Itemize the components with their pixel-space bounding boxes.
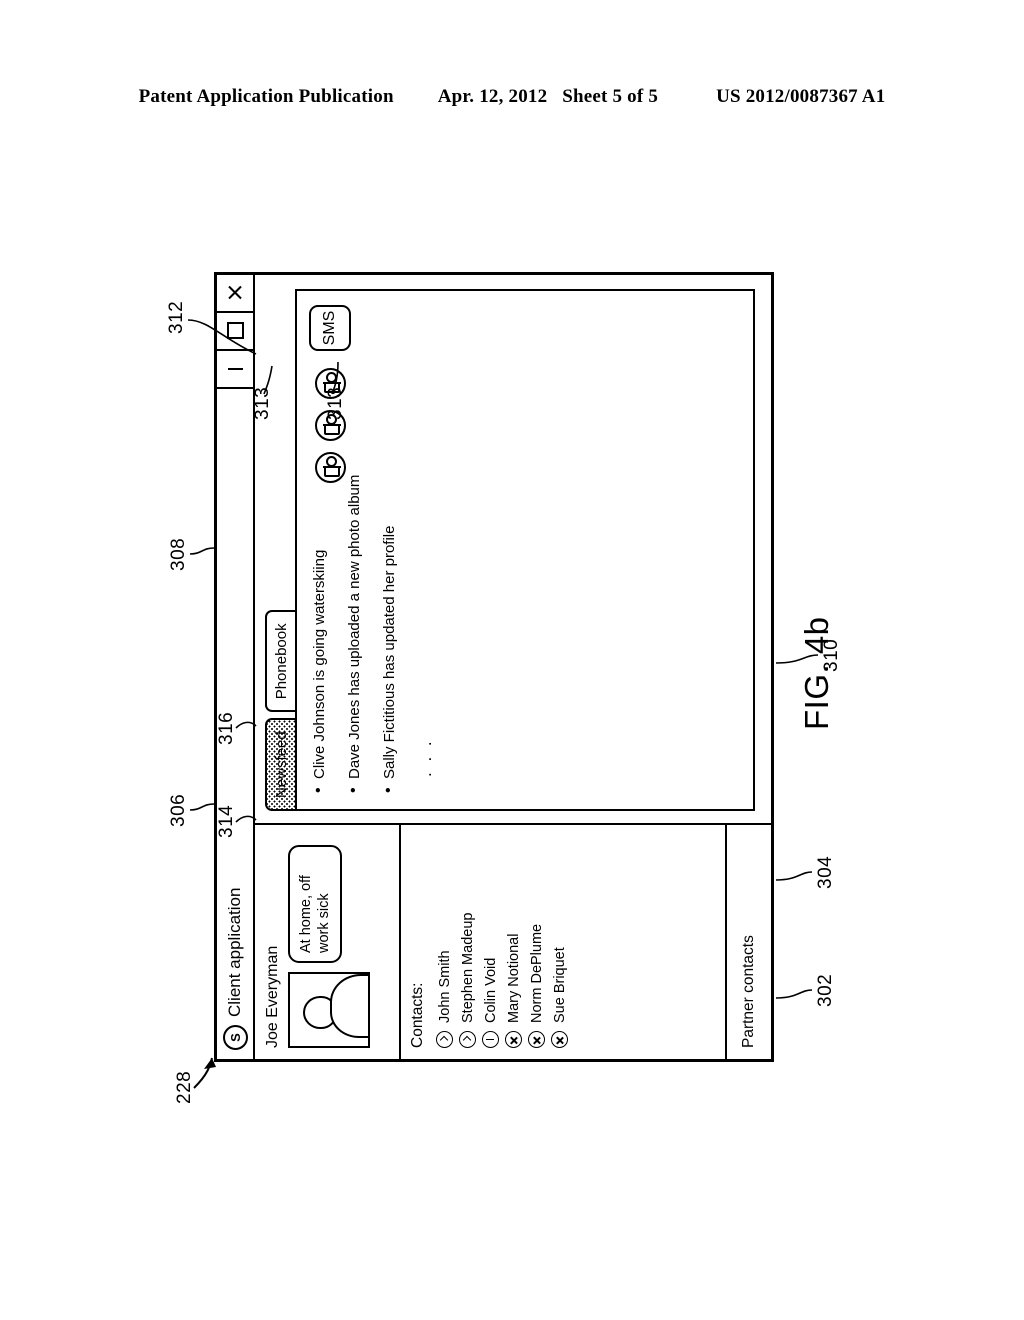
figure-drawing: S Client application Joe Everyman At hom… <box>166 210 852 1110</box>
figure-caption: FIG. 4b <box>798 616 835 730</box>
ref-313-icons: 313 <box>325 386 346 420</box>
ref-302: 302 <box>815 973 836 1007</box>
ref-304: 304 <box>815 855 836 889</box>
ref-228: 228 <box>174 1070 195 1104</box>
figure-stage: S Client application Joe Everyman At hom… <box>0 0 1024 1320</box>
ref-306: 306 <box>168 793 189 827</box>
ref-312: 312 <box>166 300 187 334</box>
ref-308: 308 <box>168 537 189 571</box>
ref-314: 314 <box>216 804 237 838</box>
ref-316: 316 <box>216 711 237 745</box>
leader-lines <box>172 210 852 1110</box>
ref-313-sms: 313 <box>252 386 273 420</box>
